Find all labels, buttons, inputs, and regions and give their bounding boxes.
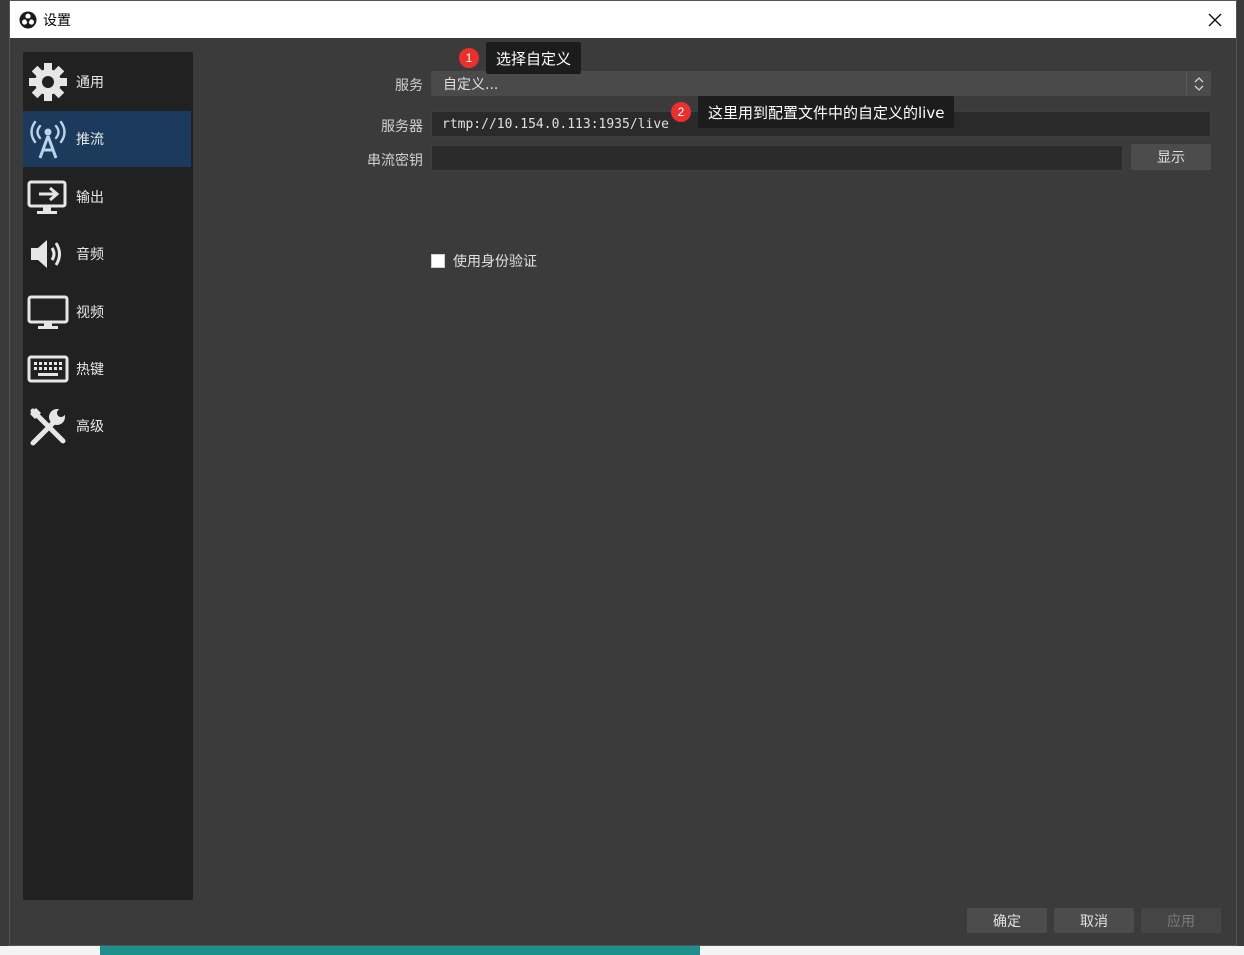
annotation-badge-1: 1 [459, 48, 479, 68]
annotation-badge-2: 2 [671, 102, 691, 122]
annotation-note-2: 这里用到配置文件中的自定义的live [698, 96, 955, 128]
gear-icon [26, 60, 70, 104]
sidebar-item-output[interactable]: 输出 [23, 169, 191, 225]
sidebar-item-video[interactable]: 视频 [23, 284, 191, 340]
ok-button[interactable]: 确定 [967, 908, 1047, 933]
stream-key-label: 串流密钥 [367, 153, 423, 169]
annotation-note-1: 选择自定义 [486, 42, 582, 74]
apply-button[interactable]: 应用 [1141, 908, 1221, 933]
background-window-teal-bar [100, 946, 700, 955]
server-label: 服务器 [381, 119, 423, 135]
settings-dialog: 设置 通用 推流 输出 音频 视频 热键 高级 服务 自定义... 服务器 rt… [9, 0, 1237, 946]
settings-sidebar: 通用 推流 输出 音频 视频 热键 高级 [23, 52, 193, 900]
background-window-left [0, 0, 9, 955]
sidebar-item-label: 输出 [76, 190, 104, 206]
sidebar-item-label: 热键 [76, 362, 104, 378]
sidebar-item-label: 高级 [76, 419, 104, 435]
sidebar-item-audio[interactable]: 音频 [23, 226, 191, 282]
background-window-right [1237, 0, 1244, 955]
broadcast-tower-icon [26, 117, 70, 161]
close-button[interactable] [1202, 7, 1228, 33]
sidebar-item-label: 推流 [76, 132, 104, 148]
updown-arrows-icon [1186, 72, 1210, 95]
keyboard-icon [26, 347, 70, 391]
service-select-value: 自定义... [443, 76, 499, 93]
tools-icon [26, 404, 70, 448]
show-key-button[interactable]: 显示 [1131, 144, 1211, 170]
sidebar-item-general[interactable]: 通用 [23, 54, 191, 110]
sidebar-item-hotkeys[interactable]: 热键 [23, 341, 191, 397]
service-select[interactable]: 自定义... [431, 71, 1211, 96]
sidebar-item-advanced[interactable]: 高级 [23, 398, 191, 454]
cancel-button[interactable]: 取消 [1054, 908, 1134, 933]
use-auth-checkbox-row[interactable]: 使用身份验证 [431, 251, 537, 271]
stream-key-input[interactable] [431, 145, 1123, 171]
use-auth-checkbox[interactable] [431, 254, 445, 268]
speaker-icon [26, 232, 70, 276]
obs-logo-icon [19, 11, 37, 28]
title-bar: 设置 [10, 1, 1236, 38]
window-title: 设置 [43, 12, 71, 29]
close-icon [1208, 13, 1222, 27]
monitor-icon [26, 290, 70, 334]
sidebar-item-stream[interactable]: 推流 [23, 111, 191, 167]
output-monitor-icon [26, 175, 70, 219]
sidebar-item-label: 通用 [76, 75, 104, 91]
sidebar-item-label: 音频 [76, 247, 104, 263]
sidebar-item-label: 视频 [76, 305, 104, 321]
use-auth-label: 使用身份验证 [453, 254, 537, 270]
service-label: 服务 [395, 78, 423, 94]
